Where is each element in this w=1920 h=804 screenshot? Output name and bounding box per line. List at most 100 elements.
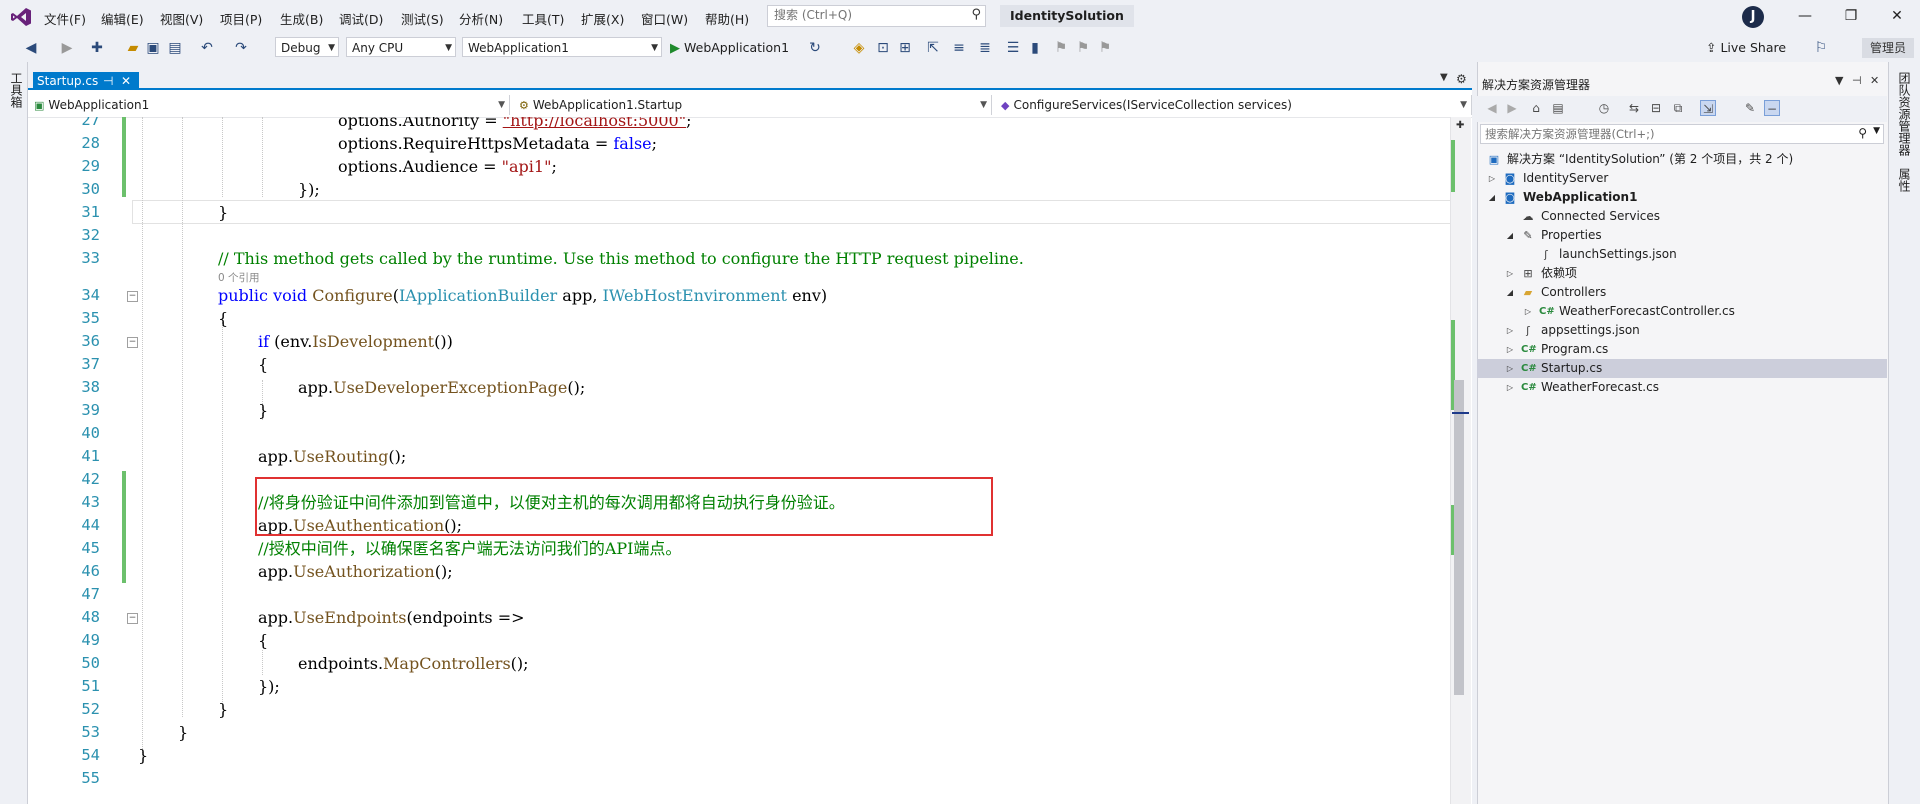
member-nav-select[interactable]: ◆ ConfigureServices(IServiceCollection se… xyxy=(995,95,1472,115)
tree-item-identityserver[interactable]: ▷ ◙ IdentityServer xyxy=(1477,169,1887,188)
properties-tab[interactable]: 属性 xyxy=(1896,168,1913,192)
scrollbar-thumb[interactable] xyxy=(1454,380,1464,695)
menu-window[interactable]: 窗口(W) xyxy=(641,9,688,28)
format-icon[interactable]: ⊞ xyxy=(896,39,914,57)
back-icon[interactable]: ◀ xyxy=(1484,100,1500,116)
expand-icon[interactable]: ▷ xyxy=(1505,321,1515,340)
switch-views-icon[interactable]: ▤ xyxy=(1550,100,1566,116)
menu-test[interactable]: 测试(S) xyxy=(401,9,444,28)
tree-item-program[interactable]: ▷ C# Program.cs xyxy=(1477,340,1887,359)
browser-link-icon[interactable]: ◈ xyxy=(850,39,868,57)
collapse-icon[interactable]: ◢ xyxy=(1505,283,1515,302)
expand-icon[interactable]: ▷ xyxy=(1505,264,1515,283)
tab-list-dropdown-icon[interactable]: ▼ xyxy=(1440,72,1448,83)
live-share-button[interactable]: ⇪ Live Share xyxy=(1706,40,1786,55)
tree-item-weatherforecast[interactable]: ▷ C# WeatherForecast.cs xyxy=(1477,378,1887,397)
menu-debug[interactable]: 调试(D) xyxy=(339,9,383,28)
close-button[interactable]: ✕ xyxy=(1882,5,1912,27)
redo-icon[interactable]: ↷ xyxy=(232,39,250,57)
preview-selected-icon[interactable]: ⇲ xyxy=(1700,100,1716,116)
collapse-icon[interactable]: ◢ xyxy=(1505,226,1515,245)
screenshot-icon[interactable]: ⊡ xyxy=(874,39,892,57)
expand-icon[interactable]: ▷ xyxy=(1505,378,1515,397)
menu-edit[interactable]: 编辑(E) xyxy=(101,9,144,28)
split-editor-icon[interactable]: ✚ xyxy=(1456,120,1464,131)
class-nav-select[interactable]: ⚙ WebApplication1.Startup ▼ xyxy=(513,95,992,115)
step-icon[interactable]: ⇱ xyxy=(924,39,942,57)
team-explorer-tab[interactable]: 团队资源管理器 xyxy=(1896,72,1913,156)
tree-item-connected-services[interactable]: ☁ Connected Services xyxy=(1477,207,1887,226)
tree-item-launchsettings[interactable]: ʃ launchSettings.json xyxy=(1477,245,1887,264)
menu-build[interactable]: 生成(B) xyxy=(280,9,323,28)
configuration-select[interactable]: Debug ▼ xyxy=(275,37,339,57)
prev-bookmark-icon[interactable]: ⚑ xyxy=(1052,39,1070,57)
collapse-all-icon[interactable]: ⊟ xyxy=(1648,100,1664,116)
indent-icon[interactable]: ≡ xyxy=(950,39,968,57)
expand-icon[interactable]: ▷ xyxy=(1523,302,1533,321)
feedback-icon[interactable]: ⚐ xyxy=(1812,39,1830,57)
forward-icon[interactable]: ▶ xyxy=(1504,100,1520,116)
save-icon[interactable]: ▣ xyxy=(144,39,162,57)
tree-item-controllers[interactable]: ◢ ▰ Controllers xyxy=(1477,283,1887,302)
refresh-icon[interactable]: ↻ xyxy=(806,39,824,57)
tree-item-startup[interactable]: ▷ C# Startup.cs xyxy=(1477,359,1887,378)
menu-tools[interactable]: 工具(T) xyxy=(522,9,564,28)
gear-icon[interactable]: ⚙ xyxy=(1456,72,1467,86)
forward-icon[interactable]: ▶ xyxy=(58,39,76,57)
minimize-button[interactable]: — xyxy=(1790,5,1820,27)
new-item-icon[interactable]: ✚ xyxy=(88,39,106,57)
close-tab-icon[interactable]: ✕ xyxy=(121,72,131,90)
bookmark-icon[interactable]: ▮ xyxy=(1026,39,1044,57)
tree-item-properties[interactable]: ◢ ✎ Properties xyxy=(1477,226,1887,245)
outdent-icon[interactable]: ≣ xyxy=(976,39,994,57)
tree-item-weatherforecastcontroller[interactable]: ▷ C# WeatherForecastController.cs xyxy=(1477,302,1887,321)
open-folder-icon[interactable]: ▰ xyxy=(124,39,142,57)
document-tab-startup[interactable]: Startup.cs ⊣ ✕ xyxy=(33,72,139,90)
pin-icon[interactable]: ⊣ xyxy=(1852,74,1862,87)
menu-extensions[interactable]: 扩展(X) xyxy=(581,9,624,28)
expand-icon[interactable]: ▷ xyxy=(1487,169,1497,188)
expand-icon[interactable]: ▷ xyxy=(1505,340,1515,359)
code-text-area[interactable]: 27 options.Authority = "http://localhost… xyxy=(48,117,1448,804)
search-icon[interactable]: ⚲ xyxy=(971,7,981,22)
tree-item-solution[interactable]: ▣ 解决方案 “IdentitySolution” (第 2 个项目，共 2 个… xyxy=(1477,150,1887,169)
tree-item-appsettings[interactable]: ▷ ʃ appsettings.json xyxy=(1477,321,1887,340)
minus-icon[interactable]: − xyxy=(1764,100,1780,116)
pin-icon[interactable]: ⊣ xyxy=(103,72,113,90)
menu-view[interactable]: 视图(V) xyxy=(160,9,203,28)
show-all-files-icon[interactable]: ⧉ xyxy=(1670,100,1686,116)
undo-icon[interactable]: ↶ xyxy=(198,39,216,57)
startup-project-select[interactable]: WebApplication1 ▼ xyxy=(462,37,662,57)
properties-wrench-icon[interactable]: ✎ xyxy=(1742,100,1758,116)
collapse-icon[interactable]: ◢ xyxy=(1487,188,1497,207)
tree-item-webapplication1[interactable]: ◢ ◙ WebApplication1 xyxy=(1477,188,1887,207)
close-icon[interactable]: ✕ xyxy=(1870,74,1879,87)
clear-bookmarks-icon[interactable]: ⚑ xyxy=(1096,39,1114,57)
solution-explorer-search-input[interactable] xyxy=(1481,125,1849,143)
toolbox-tab[interactable]: 工具箱 xyxy=(8,72,25,108)
sync-icon[interactable]: ⇆ xyxy=(1626,100,1642,116)
save-all-icon[interactable]: ▤ xyxy=(166,39,184,57)
code-line: 30 }); xyxy=(48,178,1448,201)
panel-dropdown-icon[interactable]: ▼ xyxy=(1835,74,1843,87)
maximize-button[interactable]: ❐ xyxy=(1836,5,1866,27)
codelens-references[interactable]: 0 个引用 xyxy=(218,270,260,285)
next-bookmark-icon[interactable]: ⚑ xyxy=(1074,39,1092,57)
home-icon[interactable]: ⌂ xyxy=(1528,100,1544,116)
platform-select[interactable]: Any CPU ▼ xyxy=(346,37,456,57)
quick-launch-input[interactable] xyxy=(768,6,960,24)
tree-item-dependencies[interactable]: ▷ ⊞ 依赖项 xyxy=(1477,264,1887,283)
pending-changes-icon[interactable]: ◷ xyxy=(1596,100,1612,116)
menu-help[interactable]: 帮助(H) xyxy=(705,9,749,28)
solution-explorer-search[interactable]: ⚲ ▼ xyxy=(1480,124,1884,144)
account-avatar[interactable]: J xyxy=(1742,6,1764,28)
menu-analyze[interactable]: 分析(N) xyxy=(459,9,503,28)
expand-icon[interactable]: ▷ xyxy=(1505,359,1515,378)
quick-launch-search[interactable]: ⚲ xyxy=(767,5,986,27)
back-icon[interactable]: ◀ xyxy=(22,39,40,57)
start-debugging-button[interactable]: ▶ WebApplication1 xyxy=(670,39,789,57)
project-nav-select[interactable]: ▣ WebApplication1 ▼ xyxy=(28,95,510,115)
menu-project[interactable]: 项目(P) xyxy=(220,9,262,28)
menu-file[interactable]: 文件(F) xyxy=(44,9,86,28)
comment-icon[interactable]: ☰ xyxy=(1004,39,1022,57)
